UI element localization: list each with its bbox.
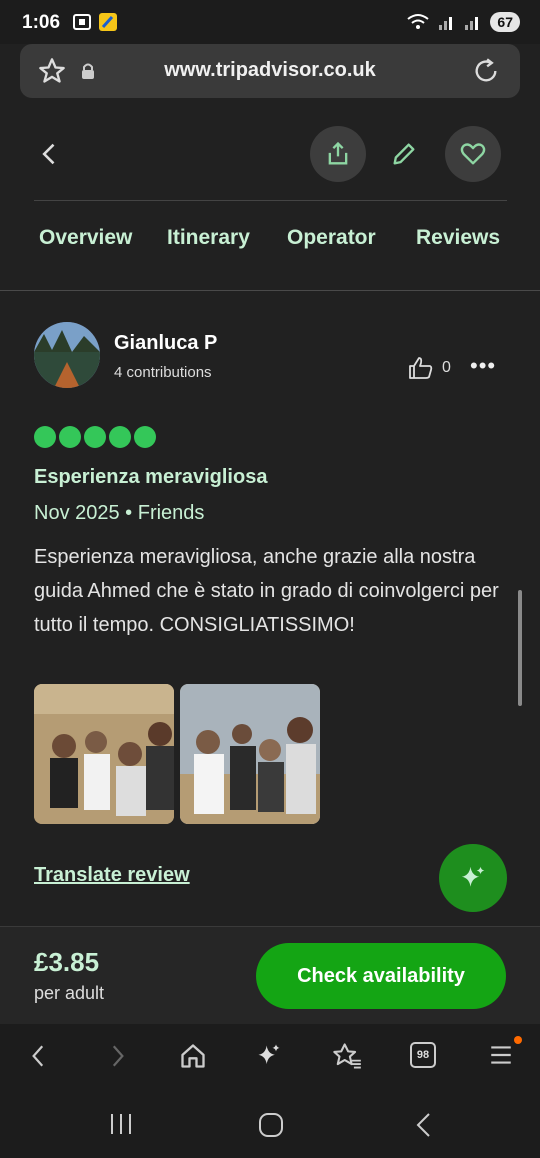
edit-icon[interactable] [390, 140, 418, 168]
wifi-icon [407, 14, 430, 29]
screenshot-icon [73, 14, 91, 30]
review-author[interactable]: Gianluca P [114, 332, 217, 355]
review-photo-image [34, 684, 174, 824]
browser-forward-icon[interactable] [104, 1042, 130, 1070]
address-bar[interactable]: www.tripadvisor.co.uk [20, 44, 520, 98]
top-nav [0, 104, 540, 204]
app-notification-icon [99, 13, 117, 31]
home-icon[interactable] [179, 1042, 207, 1070]
tabs-count-button[interactable]: 98 [410, 1042, 436, 1068]
avatar-image [34, 322, 100, 388]
back-icon[interactable] [36, 140, 64, 168]
review-photos [34, 684, 320, 824]
status-bar: 1:06 67 [0, 0, 540, 44]
signal-icon [439, 17, 453, 30]
review-body: Esperienza meravigliosa, anche grazie al… [34, 546, 499, 636]
share-icon [328, 141, 348, 165]
ai-assistant-button[interactable] [439, 844, 507, 912]
thumbs-up-icon [409, 357, 433, 379]
review-photo[interactable] [180, 684, 320, 824]
browser-back-icon[interactable] [26, 1042, 52, 1070]
browser-toolbar: 98 [0, 1024, 540, 1090]
reload-icon[interactable] [472, 57, 500, 85]
helpful-count: 0 [442, 359, 451, 376]
review-contributions: 4 contributions [114, 364, 212, 381]
system-home-icon[interactable] [258, 1112, 284, 1138]
page-content: Overview Itinerary Operator Reviews Gian… [0, 104, 540, 926]
save-button[interactable] [445, 126, 501, 182]
ai-sparkle-icon[interactable] [255, 1042, 283, 1070]
share-button[interactable] [310, 126, 366, 182]
price-unit: per adult [34, 983, 105, 1003]
rating-bubble [109, 426, 131, 448]
scrollbar[interactable] [518, 590, 522, 706]
menu-icon[interactable] [488, 1042, 514, 1068]
rating-bubbles [34, 426, 156, 448]
status-notification-icons [72, 12, 118, 32]
tabs-divider [0, 290, 540, 291]
heart-icon [460, 143, 486, 165]
section-tabs: Overview Itinerary Operator Reviews [0, 226, 540, 266]
rating-bubble [134, 426, 156, 448]
system-navigation [0, 1090, 540, 1158]
price: £3.85 [34, 947, 100, 977]
review-title: Esperienza meravigliosa [34, 466, 268, 488]
divider [34, 200, 507, 201]
translate-review-link[interactable]: Translate review [34, 864, 190, 887]
more-options-icon[interactable]: ••• [470, 355, 496, 377]
sparkle-icon [461, 866, 485, 887]
rating-bubble [59, 426, 81, 448]
signal-icon-2 [465, 17, 479, 30]
tab-itinerary[interactable]: Itinerary [167, 226, 250, 250]
tab-operator[interactable]: Operator [287, 226, 376, 250]
status-time: 1:06 [22, 12, 61, 33]
system-back-icon[interactable] [412, 1112, 436, 1138]
check-availability-button[interactable]: Check availability [256, 943, 506, 1009]
tab-reviews[interactable]: Reviews [416, 226, 500, 250]
review-photo-image [180, 684, 320, 824]
rating-bubble [84, 426, 106, 448]
avatar[interactable] [34, 322, 100, 388]
status-right: 67 [406, 12, 520, 32]
menu-notification-dot [514, 1036, 522, 1044]
recent-apps-icon[interactable] [108, 1112, 134, 1136]
battery-indicator: 67 [490, 12, 520, 32]
rating-bubble [34, 426, 56, 448]
booking-bar: £3.85 per adult Check availability [0, 926, 540, 1024]
tab-overview[interactable]: Overview [39, 226, 132, 250]
helpful-vote[interactable]: 0 [408, 356, 451, 380]
review-photo[interactable] [34, 684, 174, 824]
bookmarks-icon[interactable] [332, 1042, 362, 1070]
url-text[interactable]: www.tripadvisor.co.uk [20, 59, 520, 82]
review-meta: Nov 2025 • Friends [34, 502, 205, 524]
